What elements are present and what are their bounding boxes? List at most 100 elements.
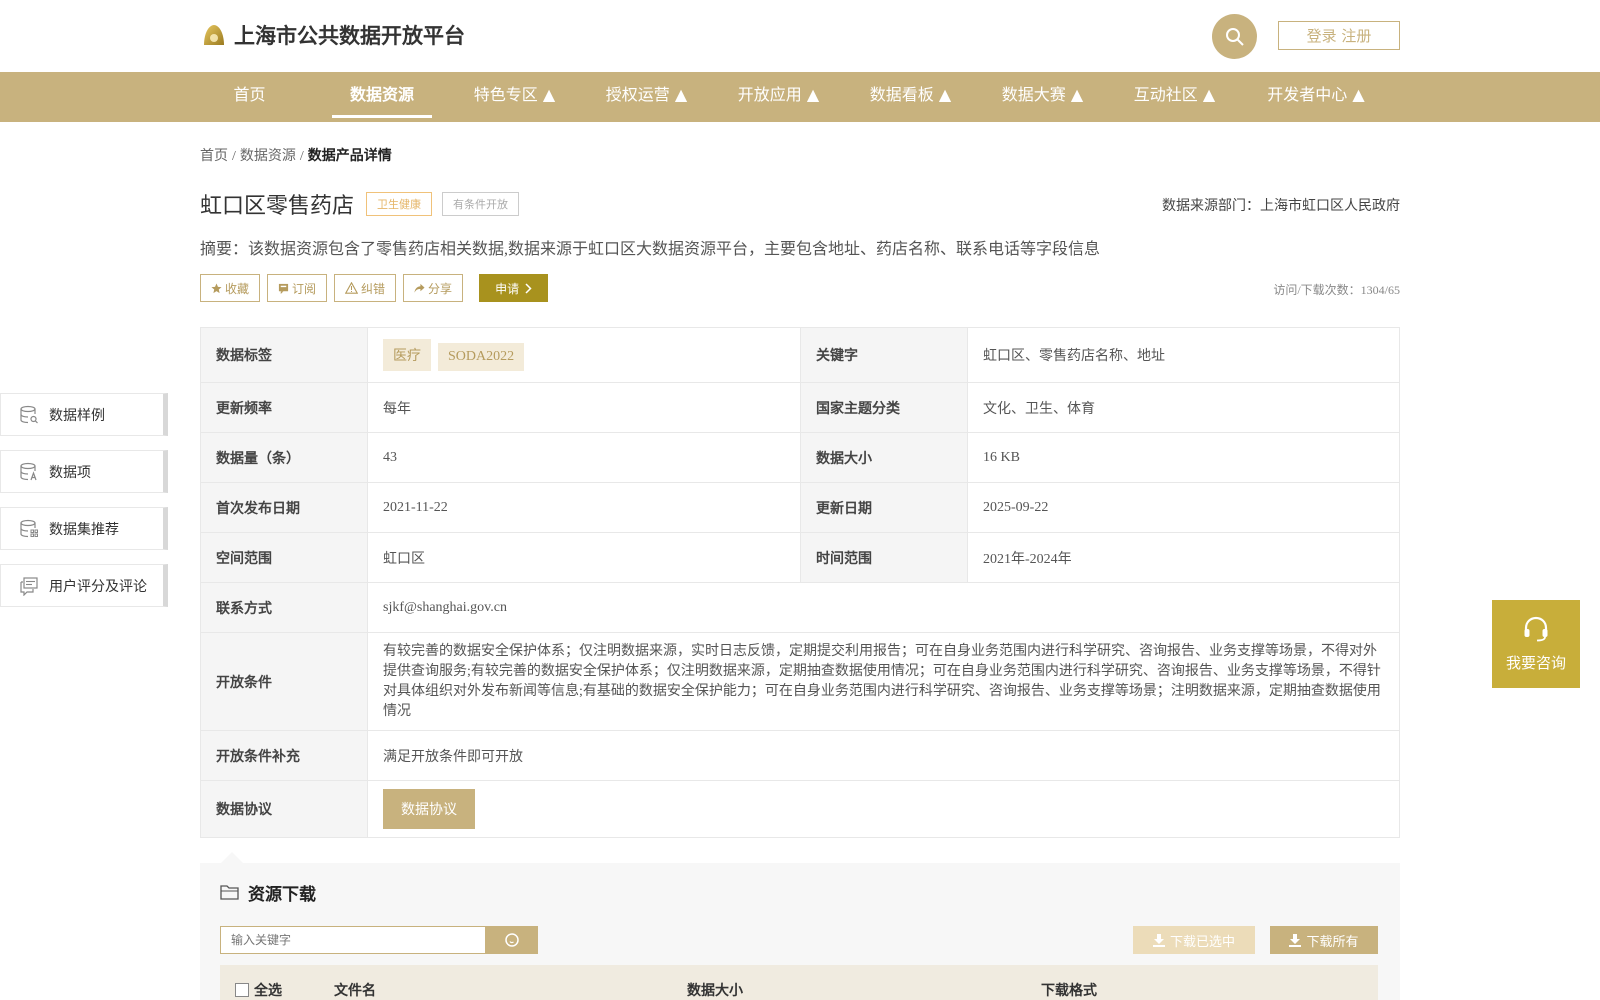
nav-developer-center[interactable]: 开发者中心 ▲ xyxy=(1256,72,1376,122)
keyword-search-button[interactable] xyxy=(486,926,538,954)
time-value: 2021年-2024年 xyxy=(967,532,1400,583)
nav-home[interactable]: 首页 xyxy=(212,72,287,122)
open-type-badge: 有条件开放 xyxy=(442,192,520,216)
nav-authorized-ops[interactable]: 授权运营 ▲ xyxy=(594,72,699,122)
col-size: 数据大小 xyxy=(687,984,743,999)
data-tag[interactable]: 医疗 xyxy=(383,339,431,371)
breadcrumb-current: 数据产品详情 xyxy=(307,149,392,164)
apply-label: 申请 xyxy=(495,281,520,296)
subscribe-label: 订阅 xyxy=(292,281,317,296)
data-agreement-button[interactable]: 数据协议 xyxy=(383,789,475,829)
freq-value: 每年 xyxy=(367,382,801,433)
download-icon xyxy=(1152,933,1165,947)
dataset-summary: 摘要：该数据资源包含了零售药店相关数据,数据来源于虹口区大数据资源平台，主要包含… xyxy=(200,241,1101,258)
database-search-icon xyxy=(20,405,38,423)
download-icon xyxy=(1289,933,1302,947)
keywords-label: 关键字 xyxy=(800,327,968,383)
theme-label: 国家主题分类 xyxy=(800,382,968,433)
select-all-checkbox[interactable] xyxy=(235,983,249,997)
table-row: 首次发布日期 2021-11-22 更新日期 2025-09-22 xyxy=(200,482,1400,533)
favorite-label: 收藏 xyxy=(225,281,250,296)
nav-data-contest[interactable]: 数据大赛 ▲ xyxy=(990,72,1095,122)
select-all-control[interactable]: 全选 xyxy=(235,980,282,1000)
side-item-label: 数据集推荐 xyxy=(49,522,119,538)
warning-icon xyxy=(345,282,359,294)
col-filename: 文件名 xyxy=(334,984,376,999)
breadcrumb-section[interactable]: 数据资源 xyxy=(240,149,296,164)
breadcrumb-separator: / xyxy=(299,149,304,164)
select-all-label: 全选 xyxy=(254,984,282,999)
nav-open-apps[interactable]: 开放应用 ▲ xyxy=(726,72,831,122)
col-format: 下载格式 xyxy=(1041,984,1097,999)
table-row: 联系方式 sjkf@shanghai.gov.cn xyxy=(200,582,1400,633)
time-label: 时间范围 xyxy=(800,532,968,583)
main-nav: 首页 数据资源 特色专区 ▲ 授权运营 ▲ 开放应用 ▲ 数据看板 ▲ 数据大赛… xyxy=(0,72,1600,122)
breadcrumb-home[interactable]: 首页 xyxy=(200,149,228,164)
size-value: 16 KB xyxy=(967,432,1400,483)
cond-extra-label: 开放条件补充 xyxy=(200,730,368,781)
first-pub-label: 首次发布日期 xyxy=(200,482,368,533)
table-row: 空间范围 虹口区 时间范围 2021年-2024年 xyxy=(200,532,1400,583)
chevron-right-icon xyxy=(525,282,532,294)
side-anchor-nav: 数据样例 数据项 数据集推荐 用户评分及评论 xyxy=(0,393,168,621)
folder-icon xyxy=(220,885,239,900)
database-grid-icon xyxy=(20,519,38,537)
apply-button[interactable]: 申请 xyxy=(479,274,549,302)
table-row: 数据协议 数据协议 xyxy=(200,780,1400,838)
report-error-button[interactable]: 纠错 xyxy=(334,274,397,302)
agreement-label: 数据协议 xyxy=(200,780,368,838)
nav-data-resources[interactable]: 数据资源 xyxy=(332,72,432,122)
side-item-label: 数据样例 xyxy=(49,408,105,424)
updated-label: 更新日期 xyxy=(800,482,968,533)
share-button[interactable]: 分享 xyxy=(403,274,464,302)
count-value: 43 xyxy=(367,432,801,483)
side-item-reviews[interactable]: 用户评分及评论 xyxy=(0,564,168,607)
favorite-button[interactable]: 收藏 xyxy=(200,274,261,302)
panel-notch xyxy=(221,852,243,863)
login-register-button[interactable]: 登录 注册 xyxy=(1278,21,1400,50)
site-logo[interactable]: 上海市公共数据开放平台 xyxy=(200,20,465,50)
download-all-button[interactable]: 下载所有 xyxy=(1270,926,1378,954)
headset-icon xyxy=(1524,616,1548,641)
dataset-title-row: 虹口区零售药店 卫生健康 有条件开放 xyxy=(200,188,520,220)
dataset-info-table: 数据标签 医疗 SODA2022 关键字 虹口区、零售药店名称、地址 更新频率 每… xyxy=(200,327,1400,838)
table-row: 更新频率 每年 国家主题分类 文化、卫生、体育 xyxy=(200,382,1400,433)
search-icon xyxy=(505,933,519,947)
star-icon xyxy=(211,282,222,293)
nav-special-zones[interactable]: 特色专区 ▲ xyxy=(462,72,567,122)
nav-community[interactable]: 互动社区 ▲ xyxy=(1122,72,1227,122)
source-department: 数据来源部门：上海市虹口区人民政府 xyxy=(1162,199,1400,214)
table-row: 数据标签 医疗 SODA2022 关键字 虹口区、零售药店名称、地址 xyxy=(200,327,1400,383)
download-selected-button[interactable]: 下载已选中 xyxy=(1133,926,1255,954)
side-item-recommend[interactable]: 数据集推荐 xyxy=(0,507,168,550)
agreement-cell: 数据协议 xyxy=(367,780,1400,838)
consult-button[interactable]: 我要咨询 xyxy=(1492,600,1580,688)
tags-cell: 医疗 SODA2022 xyxy=(367,327,801,383)
side-item-fields[interactable]: 数据项 xyxy=(0,450,168,493)
logo-emblem-icon xyxy=(204,25,224,45)
visit-download-count: 访问/下载次数：1304/65 xyxy=(1273,283,1400,297)
download-selected-label: 下载已选中 xyxy=(1169,934,1235,950)
resource-title: 资源下载 xyxy=(220,880,316,905)
data-tag[interactable]: SODA2022 xyxy=(438,343,525,371)
page-title: 虹口区零售药店 xyxy=(200,194,355,219)
tags-label: 数据标签 xyxy=(200,327,368,383)
side-item-sample[interactable]: 数据样例 xyxy=(0,393,168,436)
count-label: 数据量（条） xyxy=(200,432,368,483)
first-pub-value: 2021-11-22 xyxy=(367,482,801,533)
updated-value: 2025-09-22 xyxy=(967,482,1400,533)
conditions-value: 有较完善的数据安全保护体系；仅注明数据来源，实时日志反馈，定期提交利用报告；可在… xyxy=(367,632,1400,731)
site-title: 上海市公共数据开放平台 xyxy=(234,24,465,48)
side-item-label: 用户评分及评论 xyxy=(49,579,147,595)
subscribe-button[interactable]: 订阅 xyxy=(267,274,328,302)
share-icon xyxy=(414,283,425,293)
download-all-label: 下载所有 xyxy=(1306,934,1359,950)
table-row: 开放条件 有较完善的数据安全保护体系；仅注明数据来源，实时日志反馈，定期提交利用… xyxy=(200,632,1400,731)
space-value: 虹口区 xyxy=(367,532,801,583)
global-search-button[interactable] xyxy=(1212,14,1257,59)
keywords-value: 虹口区、零售药店名称、地址 xyxy=(967,327,1400,383)
keyword-search-input[interactable] xyxy=(220,926,486,954)
action-bar: 收藏 订阅 纠错 分享 申请 xyxy=(200,274,549,302)
nav-data-dashboard[interactable]: 数据看板 ▲ xyxy=(858,72,963,122)
contact-value: sjkf@shanghai.gov.cn xyxy=(367,582,1400,633)
